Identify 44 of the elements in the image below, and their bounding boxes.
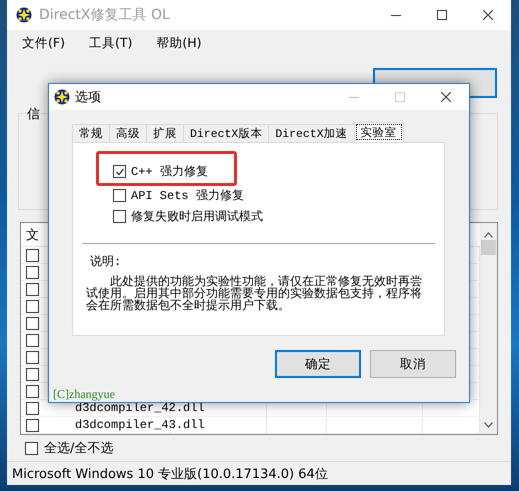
checkbox[interactable]	[113, 189, 126, 202]
maximize-icon[interactable]	[437, 10, 447, 20]
file-name: d3dcompiler_43.dll	[74, 418, 205, 432]
checkbox[interactable]	[26, 248, 39, 262]
checkbox[interactable]	[113, 210, 126, 224]
star-badge-icon	[54, 89, 70, 106]
group-label: 信	[26, 104, 41, 123]
checkbox[interactable]	[26, 282, 39, 296]
checkbox-label: API Sets 强力修复	[131, 188, 244, 204]
scroll-up-icon[interactable]	[484, 232, 493, 238]
menu-item[interactable]: 帮助(H)	[156, 35, 202, 52]
scroll-thumb[interactable]	[481, 240, 496, 256]
star-badge-icon	[16, 6, 32, 23]
checkbox[interactable]	[26, 402, 39, 415]
checkbox[interactable]	[26, 266, 39, 279]
checkbox[interactable]	[26, 300, 39, 313]
scroll-down-icon[interactable]	[484, 422, 493, 428]
note-heading: 说明:	[90, 254, 122, 270]
checkbox-label: 修复失败时启用调试模式	[131, 209, 263, 226]
menu-item[interactable]: 文件(F)	[22, 35, 65, 52]
copyright-text: [C]zhangyue	[53, 387, 116, 402]
tab[interactable]: 实验室	[354, 122, 404, 142]
checkbox[interactable]	[26, 418, 39, 432]
checkbox[interactable]	[26, 316, 39, 330]
dialog-button[interactable]: 取消	[370, 350, 456, 378]
checkbox-label: C++ 强力修复	[131, 164, 208, 180]
checkbox[interactable]	[113, 165, 126, 178]
checkbox-label: 全选/全不选	[44, 440, 114, 458]
window-title: DirectX修复工具 OL	[39, 6, 171, 24]
checkbox[interactable]	[26, 368, 39, 381]
file-name: d3dcompiler_42.dll	[74, 401, 205, 416]
column-header[interactable]: 文	[21, 226, 39, 244]
status-bar: Microsoft Windows 10 专业版(10.0.17134.0) 64位	[7, 461, 511, 485]
menu-item[interactable]: 工具(T)	[88, 35, 132, 52]
close-icon[interactable]	[483, 10, 493, 20]
dialog-title: 选项	[75, 89, 102, 106]
dialog-button[interactable]: 确定	[275, 350, 361, 378]
checkbox[interactable]	[26, 334, 39, 347]
close-icon[interactable]	[441, 92, 451, 102]
note-text: 此处提供的功能为实验性功能，请仅在正常修复无效时再尝试使用。启用其中部分功能需要专用的实验数据包支持，程序将会在所需数据包不全时提示用户下载。	[86, 276, 423, 312]
checkbox[interactable]	[25, 442, 38, 455]
checkbox[interactable]	[26, 350, 39, 364]
checkbox[interactable]	[26, 384, 39, 398]
tab[interactable]: 常规	[72, 124, 110, 142]
